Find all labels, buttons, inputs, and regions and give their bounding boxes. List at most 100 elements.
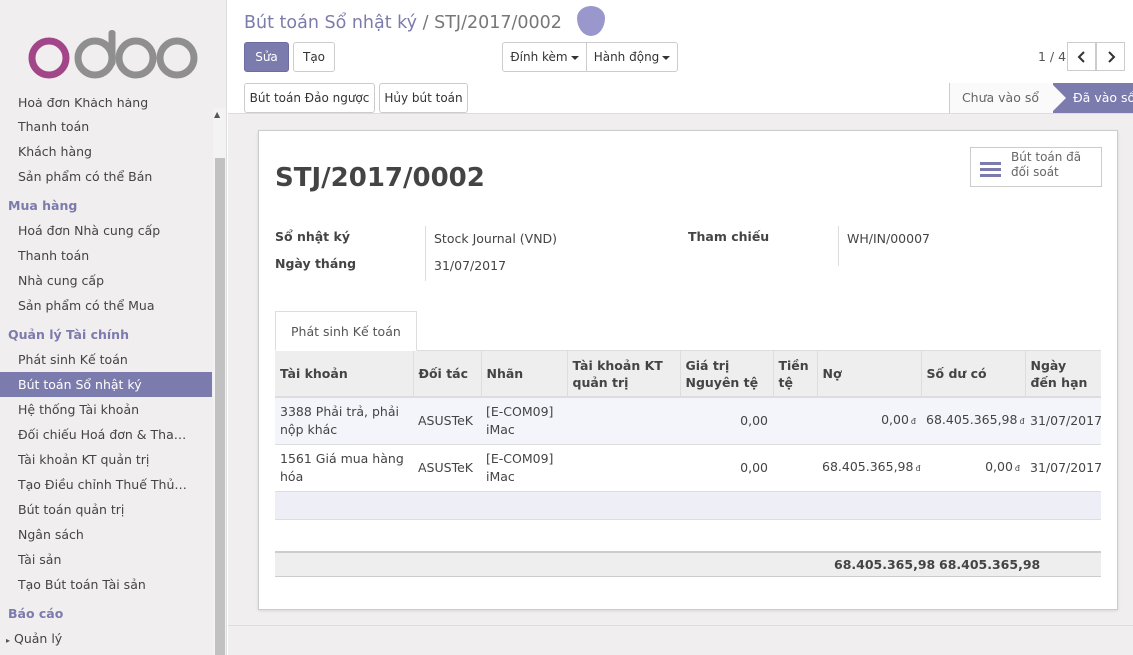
cell-label: [E-COM09] iMac: [481, 397, 567, 445]
sidebar-tree-item[interactable]: ▸ Quản lý: [0, 626, 212, 651]
sidebar-item[interactable]: Đối chiếu Hoá đơn & Tha…: [0, 422, 212, 447]
table-header-row: Tài khoản Đối tác Nhãn Tài khoản KT quản tr…: [275, 351, 1101, 398]
cell-due: 31/07/2017: [1025, 397, 1103, 445]
cell-label-text: [E-COM09] iMac: [486, 403, 554, 437]
cell-debit-text: 0,00: [881, 411, 909, 427]
empty-cell: [921, 491, 1025, 520]
odoo-logo: [28, 30, 198, 79]
sidebar-item[interactable]: Tạo Bút toán Tài sản: [0, 572, 212, 597]
reference-label: Tham chiếu: [688, 229, 770, 244]
cell-debit: 68.405.365,98 đ: [817, 444, 921, 492]
table-body: 3388 Phải trả, phải nộp khác ASUSTeK [E-CO…: [275, 397, 1103, 520]
sidebar-item[interactable]: Sản phẩm có thể Bán: [0, 164, 212, 189]
sidebar-item[interactable]: Khách hàng: [0, 139, 212, 164]
chevron-down-icon: [570, 55, 579, 60]
empty-cell: [773, 491, 817, 520]
reconciled-entries-label: Bút toán đã đối soát: [1011, 150, 1082, 179]
sidebar-item[interactable]: Tạo Điều chỉnh Thuế Thủ…: [0, 472, 212, 497]
table-row[interactable]: 3388 Phải trả, phải nộp khác ASUSTeK [E-CO…: [275, 397, 1103, 445]
sidebar-item[interactable]: Phát sinh Kế toán: [0, 347, 212, 372]
column-header[interactable]: Nợ: [817, 351, 922, 398]
cell-credit: 68.405.365,98 đ: [921, 397, 1025, 445]
pager-previous-button[interactable]: [1067, 42, 1096, 71]
sidebar-item[interactable]: Hoá đơn Khách hàng: [0, 98, 212, 114]
cell-amount-currency: 0,00: [680, 444, 773, 492]
breadcrumb-parent-link[interactable]: Bút toán Sổ nhật ký: [244, 13, 417, 33]
cell-partner: ASUSTeK: [413, 397, 481, 445]
column-header[interactable]: Tài khoản: [275, 351, 414, 398]
cell-partner-text: ASUSTeK: [418, 459, 473, 475]
field-divider: [425, 226, 426, 281]
sidebar-item-label: Quản lý: [14, 631, 63, 646]
form-header: Bút toán Đảo ngược Hủy bút toán Chưa vào…: [228, 83, 1133, 114]
sidebar-item[interactable]: Tài khoản KT quản trị: [0, 447, 212, 472]
record-title: STJ/2017/0002: [275, 163, 485, 193]
date-value: 31/07/2017: [434, 258, 507, 273]
pager-value[interactable]: 1 / 4: [1038, 49, 1066, 64]
cell-analytic: [567, 397, 680, 445]
column-header[interactable]: Nhãn: [481, 351, 568, 398]
journal-value: Stock Journal (VND): [434, 231, 558, 246]
sidebar-item[interactable]: Hệ thống Tài khoản: [0, 397, 212, 422]
reference-value: WH/IN/00007: [847, 231, 930, 246]
sidebar-item[interactable]: Bút toán quản trị: [0, 497, 212, 522]
sidebar-item[interactable]: Sản phẩm có thể Mua: [0, 293, 212, 318]
attach-label: Đính kèm: [510, 50, 568, 64]
empty-row: [275, 491, 1101, 520]
column-header[interactable]: Đối tác: [413, 351, 482, 398]
empty-cell: [1025, 491, 1101, 520]
cell-account-text: 1561 Giá mua hàng hóa: [280, 450, 404, 484]
sidebar-item[interactable]: Thanh toán: [0, 243, 212, 268]
cell-credit-text: 0,00: [985, 458, 1013, 474]
sidebar-item[interactable]: Tài sản: [0, 547, 212, 572]
pager-next-button[interactable]: [1096, 42, 1125, 71]
column-header[interactable]: Số dư có: [921, 351, 1026, 398]
sidebar-item[interactable]: Bút toán Sổ nhật ký: [0, 372, 212, 397]
column-header[interactable]: Tiền tệ: [773, 351, 818, 398]
sidebar-menu: Hoá đơn Khách hàng Thanh toán Khách hàng Sả…: [0, 98, 212, 651]
cell-amount-currency: 0,00: [680, 397, 773, 445]
empty-cell: [817, 491, 921, 520]
cell-credit: 0,00 đ: [921, 444, 1025, 492]
column-header[interactable]: Ngày đến hạn: [1025, 351, 1101, 398]
sidebar-item[interactable]: Hoá đơn Nhà cung cấp: [0, 218, 212, 243]
reconciled-entries-button[interactable]: Bút toán đã đối soát: [970, 147, 1102, 187]
create-button[interactable]: Tạo: [293, 42, 335, 72]
cell-amount-currency-text: 0,00: [740, 459, 768, 475]
cell-analytic: [567, 444, 680, 492]
sidebar-item[interactable]: Thanh toán: [0, 114, 212, 139]
sidebar-item[interactable]: Ngân sách: [0, 522, 212, 547]
action-dropdown[interactable]: Hành động: [586, 42, 678, 72]
sidebar-item[interactable]: Nhà cung cấp: [0, 268, 212, 293]
status-arrow-icon: [1051, 83, 1066, 113]
table-row[interactable]: 1561 Giá mua hàng hóa ASUSTeK [E-COM09] iM…: [275, 444, 1102, 492]
tab-journal-items[interactable]: Phát sinh Kế toán: [275, 311, 417, 351]
form-sheet: STJ/2017/0002 Bút toán đã đối soát Sổ nh…: [258, 130, 1118, 610]
control-panel: Bút toán Sổ nhật ký / STJ/2017/0002 Sửa …: [228, 0, 1133, 84]
reverse-entry-button[interactable]: Bút toán Đảo ngược: [244, 83, 375, 113]
cell-amount-currency-text: 0,00: [740, 412, 768, 428]
journal-label: Sổ nhật ký: [275, 229, 350, 244]
edit-button[interactable]: Sửa: [244, 42, 289, 72]
cancel-entry-button[interactable]: Hủy bút toán: [379, 83, 468, 113]
empty-cell: [481, 491, 567, 520]
cell-account-text: 3388 Phải trả, phải nộp khác: [280, 403, 399, 437]
currency-symbol: đ: [915, 463, 921, 473]
scroll-up-arrow-icon[interactable]: ▲: [214, 110, 220, 119]
attach-dropdown[interactable]: Đính kèm: [502, 42, 587, 72]
cell-due-text: 31/07/2017: [1030, 412, 1103, 428]
action-label: Hành động: [593, 50, 660, 64]
currency-symbol: đ: [910, 416, 916, 426]
column-header[interactable]: Tài khoản KT quản trị: [567, 351, 681, 398]
field-divider: [838, 226, 839, 266]
column-header[interactable]: Giá trị Nguyên tệ: [680, 351, 774, 398]
status-draft[interactable]: Chưa vào sổ: [948, 83, 1051, 113]
sheet-bottom-divider: [228, 625, 1133, 626]
cell-label: [E-COM09] iMac: [481, 444, 567, 492]
cell-due: 31/07/2017: [1025, 444, 1102, 492]
chevron-down-icon: [662, 55, 671, 60]
sidebar-scrollbar-thumb[interactable]: [215, 158, 225, 655]
currency-symbol: đ: [1019, 416, 1025, 426]
cell-partner: ASUSTeK: [413, 444, 481, 492]
cell-currency: [773, 397, 817, 445]
